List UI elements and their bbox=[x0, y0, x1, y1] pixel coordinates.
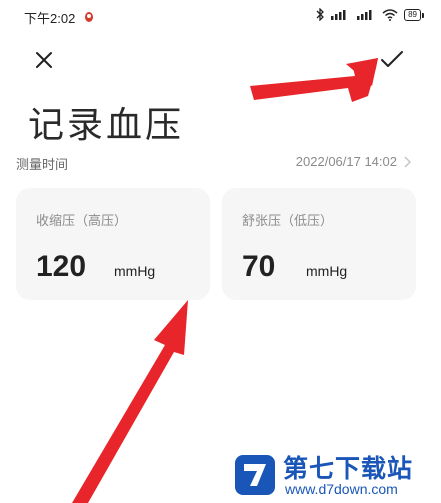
wifi-icon bbox=[382, 8, 398, 21]
signal-icon bbox=[331, 10, 346, 20]
page-title: 记录血压 bbox=[28, 105, 185, 146]
chevron-right-icon bbox=[404, 156, 411, 168]
status-bar: 下午2:02 89 bbox=[0, 0, 441, 32]
watermark: 第七下载站 www.d7down.com bbox=[233, 447, 433, 499]
measure-time-row[interactable]: 测量时间 2022/06/17 14:02 bbox=[16, 150, 411, 174]
notification-icon bbox=[85, 12, 93, 22]
watermark-logo-icon bbox=[235, 455, 275, 495]
systolic-card[interactable]: 收缩压（高压） 120 mmHg bbox=[16, 188, 210, 300]
battery-indicator: 89 bbox=[404, 8, 424, 21]
diastolic-value: 70 bbox=[242, 250, 276, 283]
diastolic-card[interactable]: 舒张压（低压） 70 mmHg bbox=[222, 188, 416, 300]
watermark-url: www.d7down.com bbox=[285, 481, 398, 497]
check-icon[interactable] bbox=[376, 44, 408, 74]
bluetooth-icon bbox=[316, 8, 325, 21]
systolic-value: 120 bbox=[36, 250, 87, 283]
status-icons: 89 bbox=[316, 8, 424, 21]
systolic-unit: mmHg bbox=[114, 263, 156, 279]
status-time: 下午2:02 bbox=[24, 11, 76, 26]
signal-icon-2 bbox=[357, 10, 372, 20]
diastolic-label: 舒张压（低压） bbox=[242, 214, 334, 229]
systolic-label: 收缩压（高压） bbox=[36, 214, 128, 229]
watermark-title: 第七下载站 bbox=[283, 454, 414, 483]
measure-time-label: 测量时间 bbox=[16, 158, 69, 173]
diastolic-unit: mmHg bbox=[306, 263, 348, 279]
measure-time-value: 2022/06/17 14:02 bbox=[295, 154, 397, 169]
close-icon[interactable] bbox=[30, 46, 58, 74]
